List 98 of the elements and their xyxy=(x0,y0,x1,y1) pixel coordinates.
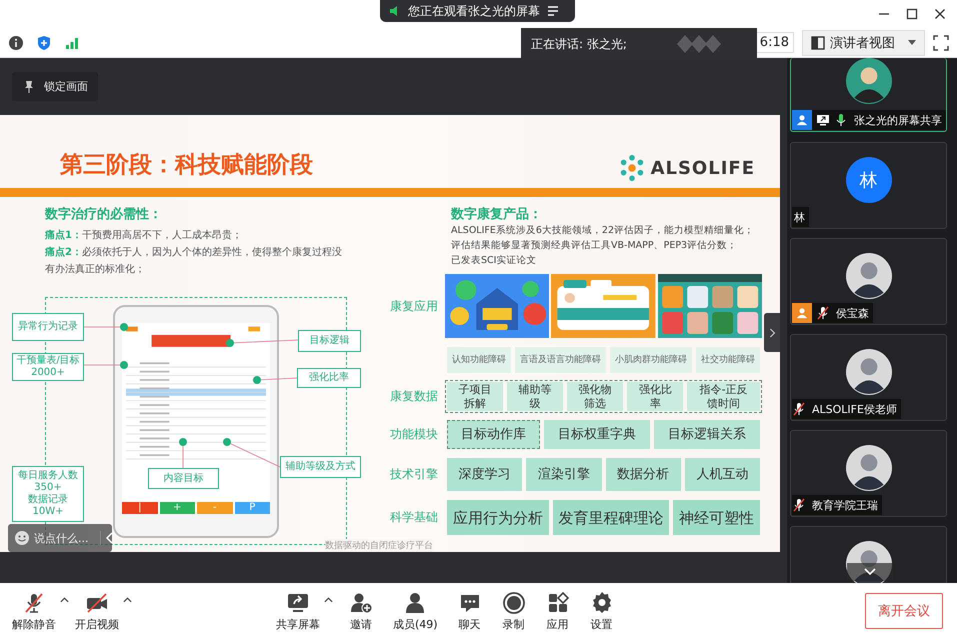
lock-view-button[interactable]: 锁定画面 xyxy=(12,72,98,101)
record-button[interactable]: 录制 xyxy=(498,590,530,632)
video-off-icon xyxy=(85,590,109,614)
caret-icon xyxy=(908,40,916,45)
module-block: 子项目拆解 xyxy=(447,382,504,411)
avatar-icon xyxy=(846,253,892,299)
share-button[interactable]: 共享屏幕 xyxy=(272,590,324,632)
avatar-icon xyxy=(846,445,892,491)
module-block: 强化物筛选 xyxy=(567,382,624,411)
callout-label: 每日服务人数 350+ 数据记录 10W+ xyxy=(12,466,84,522)
settings-button[interactable]: 设置 xyxy=(586,590,618,632)
apps-button[interactable]: 应用 xyxy=(542,590,574,632)
section-heading: 数字治疗的必需性： xyxy=(45,206,163,223)
avatar-initial: 林 xyxy=(846,157,892,203)
module-block: 指令-正反馈时间 xyxy=(687,382,760,411)
callout-label: 异常行为记录 xyxy=(12,313,84,341)
participant-name: 林 xyxy=(793,210,805,224)
leader-line xyxy=(223,438,280,468)
row-label: 康复数据 xyxy=(390,388,439,405)
panel-toggle-handle[interactable] xyxy=(764,313,780,352)
pain-point-text: 痛点1：干预费用高居不下，人工成本昂贵； xyxy=(45,228,243,243)
slide-footer-text: 数据驱动的自闭症诊疗平台 xyxy=(325,539,433,552)
participant-tile[interactable]: 林 林 xyxy=(790,142,947,229)
scroll-down-button[interactable] xyxy=(847,563,893,581)
add-person-icon xyxy=(349,590,373,614)
chevron-right-icon xyxy=(768,326,776,338)
avatar-icon xyxy=(846,58,892,104)
smiley-icon[interactable] xyxy=(14,530,30,546)
row-label: 康复应用 xyxy=(390,298,439,315)
slide-title: 第三阶段：科技赋能阶段 xyxy=(60,151,313,180)
start-video-button[interactable]: 开启视频 xyxy=(71,590,123,632)
pain-point-text: 痛点2：必须依托于人，因为人个体的差异性，使得整个康复过程没有办法真正的标准化； xyxy=(45,246,343,277)
menu-icon[interactable] xyxy=(546,4,560,18)
module-block: 应用行为分析 xyxy=(447,500,549,535)
leader-line xyxy=(84,323,128,331)
module-block: 言语及语言功能障碍 xyxy=(515,347,606,373)
module-block: 辅助等级 xyxy=(507,382,564,411)
speaking-text: 正在讲话: 张之光; xyxy=(531,36,627,52)
participant-tile[interactable]: 侯宝森 xyxy=(790,238,947,325)
shield-icon[interactable] xyxy=(36,34,52,50)
layout-icon xyxy=(811,36,825,50)
module-block: 认知功能障碍 xyxy=(447,347,511,373)
section-heading: 数字康复产品： xyxy=(451,206,543,223)
view-mode-dropdown[interactable]: 演讲者视图 xyxy=(802,30,925,56)
callout-label: 内容目标 xyxy=(148,468,219,489)
product-text: 已发表SCI实证论文 xyxy=(451,254,538,268)
module-block: 深度学习 xyxy=(447,458,522,491)
maximize-button[interactable] xyxy=(905,7,919,21)
participant-name: 张之光的屏幕共享 xyxy=(853,112,942,128)
caret-icon[interactable] xyxy=(324,596,333,602)
callout-label: 强化比率 xyxy=(297,368,361,388)
module-block: 目标动作库 xyxy=(447,420,540,449)
avatar-icon xyxy=(846,349,892,395)
caret-icon[interactable] xyxy=(123,596,132,602)
unmute-button[interactable]: 解除静音 xyxy=(8,590,60,632)
product-text: ALSOLIFE系统涉及6大技能领域，22评估因子，能力模型精细量化； xyxy=(451,224,755,238)
participant-tile[interactable]: 教育学院王瑞 xyxy=(790,430,947,517)
chat-input-bar[interactable]: 说点什么... xyxy=(8,524,112,552)
chat-input-field[interactable]: 说点什么... xyxy=(34,531,101,545)
caret-icon[interactable] xyxy=(60,596,69,602)
info-icon[interactable] xyxy=(8,34,24,50)
module-block: 小肌肉群功能障碍 xyxy=(610,347,692,373)
row-label: 科学基础 xyxy=(390,509,439,526)
callout-label: 辅助等级及方式 xyxy=(280,456,361,478)
module-block: 人机互动 xyxy=(684,458,760,491)
chat-button[interactable]: 聊天 xyxy=(454,590,486,632)
module-block: 强化比率 xyxy=(627,382,684,411)
banner-text: 您正在观看张之光的屏幕 xyxy=(408,2,540,20)
row-label: 功能模块 xyxy=(390,426,439,443)
close-button[interactable] xyxy=(933,7,947,21)
module-block: 渲染引擎 xyxy=(526,458,602,491)
record-icon xyxy=(502,590,526,614)
participant-name: ALSOLIFE侯老师 xyxy=(811,402,897,416)
members-button[interactable]: 成员(49) xyxy=(389,590,442,632)
participant-tile[interactable]: 张之光的屏幕共享 xyxy=(790,58,947,132)
chevron-down-icon xyxy=(863,567,877,577)
collapse-icon[interactable] xyxy=(105,531,115,545)
module-block: 数据分析 xyxy=(606,458,681,491)
callout-label: 目标逻辑 xyxy=(298,330,361,352)
participant-name: 侯宝森 xyxy=(835,306,869,320)
leader-line xyxy=(84,361,128,369)
invite-button[interactable]: 邀请 xyxy=(345,590,377,632)
module-block: 社交功能障碍 xyxy=(696,347,760,373)
keypad-button[interactable]: | xyxy=(122,502,158,514)
module-block: 发育里程碑理论 xyxy=(552,500,670,535)
participant-tile[interactable]: ALSOLIFE侯老师 xyxy=(790,334,947,421)
leader-line xyxy=(179,438,187,468)
leader-line xyxy=(253,376,298,384)
module-block: 目标权重字典 xyxy=(544,420,650,449)
row-label: 技术引擎 xyxy=(390,466,439,483)
participant-name: 教育学院王瑞 xyxy=(811,498,878,512)
leave-meeting-button[interactable]: 离开会议 xyxy=(865,593,943,629)
fullscreen-icon[interactable] xyxy=(933,34,949,50)
module-block: 目标逻辑关系 xyxy=(654,420,760,449)
callout-label: 干预量表/目标 2000+ xyxy=(12,353,84,381)
logo-text: ALSOLIFE xyxy=(650,158,755,178)
module-block: 神经可塑性 xyxy=(673,500,760,535)
product-text: 评估结果能够显著预测经典评估工具VB-MAPP、PEP3评估分数； xyxy=(451,239,738,253)
